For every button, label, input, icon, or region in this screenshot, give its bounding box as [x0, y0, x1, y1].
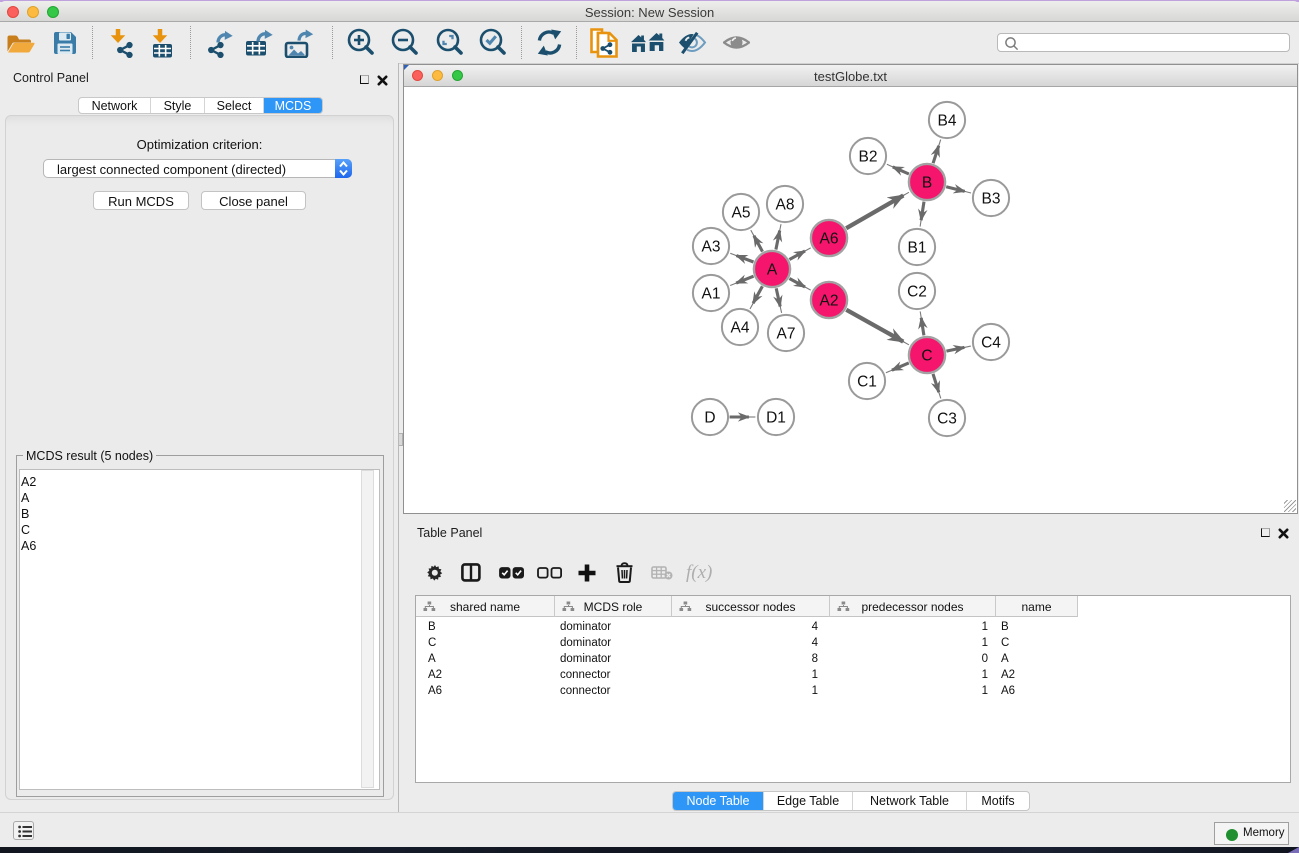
svg-text:B3: B3 [982, 191, 1001, 208]
svg-text:B4: B4 [938, 113, 957, 130]
svg-text:A1: A1 [702, 286, 721, 303]
svg-text:A4: A4 [731, 320, 750, 337]
svg-text:A8: A8 [776, 197, 795, 214]
svg-text:C3: C3 [937, 411, 957, 428]
svg-text:A5: A5 [732, 205, 751, 222]
svg-text:D1: D1 [766, 410, 786, 427]
svg-text:A7: A7 [777, 326, 796, 343]
svg-text:B: B [922, 175, 932, 192]
svg-text:C: C [921, 348, 932, 365]
svg-text:C1: C1 [857, 374, 877, 391]
svg-text:A6: A6 [820, 231, 839, 248]
svg-text:D: D [704, 410, 715, 427]
svg-text:C2: C2 [907, 284, 927, 301]
svg-text:A2: A2 [820, 293, 839, 310]
svg-text:A3: A3 [702, 239, 721, 256]
svg-text:A: A [767, 262, 778, 279]
svg-text:B2: B2 [859, 149, 878, 166]
svg-text:C4: C4 [981, 335, 1001, 352]
svg-text:B1: B1 [908, 240, 927, 257]
